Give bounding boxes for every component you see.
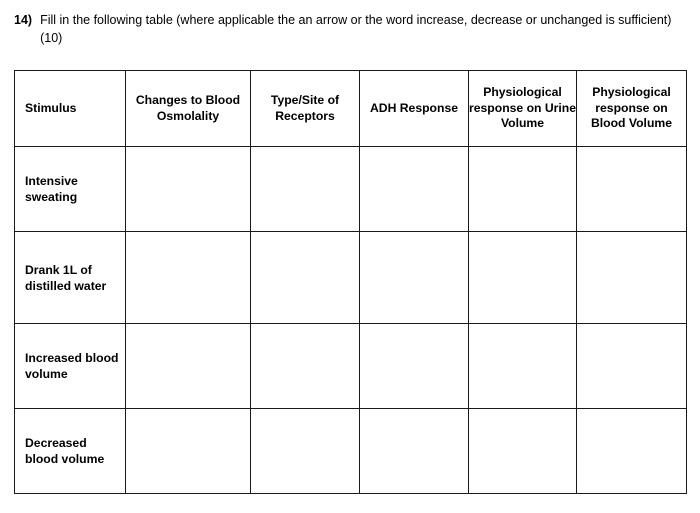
answer-cell-receptors-row1[interactable] [250,146,360,232]
column-header-adh-response: ADH Response [359,70,469,147]
answer-cell-osmolality-row4[interactable] [125,408,251,494]
row-label-drank-distilled-water: Drank 1L of distilled water [14,231,126,324]
answer-cell-urine-volume-row2[interactable] [468,231,577,324]
question-prompt: 14) Fill in the following table (where a… [14,12,686,47]
answer-cell-blood-volume-row2[interactable] [576,231,687,324]
column-header-receptors: Type/Site of Receptors [250,70,360,147]
answer-cell-adh-row2[interactable] [359,231,469,324]
answer-cell-urine-volume-row1[interactable] [468,146,577,232]
question-number: 14) [14,13,33,27]
column-header-blood-osmolality: Changes to Blood Osmolality [125,70,251,147]
answer-cell-osmolality-row1[interactable] [125,146,251,232]
table-row: Increased blood volume [14,323,687,409]
answer-cell-urine-volume-row4[interactable] [468,408,577,494]
question-text: Fill in the following table (where appli… [40,13,672,45]
answer-cell-urine-volume-row3[interactable] [468,323,577,409]
table-header-row: Stimulus Changes to Blood Osmolality Typ… [14,70,687,147]
row-label-decreased-blood-volume: Decreased blood volume [14,408,126,494]
answer-cell-adh-row4[interactable] [359,408,469,494]
column-header-stimulus: Stimulus [14,70,126,147]
table-row: Drank 1L of distilled water [14,231,687,324]
answer-cell-osmolality-row2[interactable] [125,231,251,324]
row-label-intensive-sweating: Intensive sweating [14,146,126,232]
answer-cell-adh-row3[interactable] [359,323,469,409]
table-row: Intensive sweating [14,146,687,232]
table-row: Decreased blood volume [14,408,687,494]
answer-cell-osmolality-row3[interactable] [125,323,251,409]
column-header-urine-volume: Physiological response on Urine Volume [468,70,577,147]
answer-cell-blood-volume-row4[interactable] [576,408,687,494]
answer-cell-receptors-row3[interactable] [250,323,360,409]
stimulus-response-table: Stimulus Changes to Blood Osmolality Typ… [14,70,687,494]
answer-cell-adh-row1[interactable] [359,146,469,232]
answer-cell-blood-volume-row3[interactable] [576,323,687,409]
row-label-increased-blood-volume: Increased blood volume [14,323,126,409]
answer-cell-receptors-row2[interactable] [250,231,360,324]
answer-cell-blood-volume-row1[interactable] [576,146,687,232]
column-header-blood-volume: Physiological response on Blood Volume [576,70,687,147]
answer-cell-receptors-row4[interactable] [250,408,360,494]
